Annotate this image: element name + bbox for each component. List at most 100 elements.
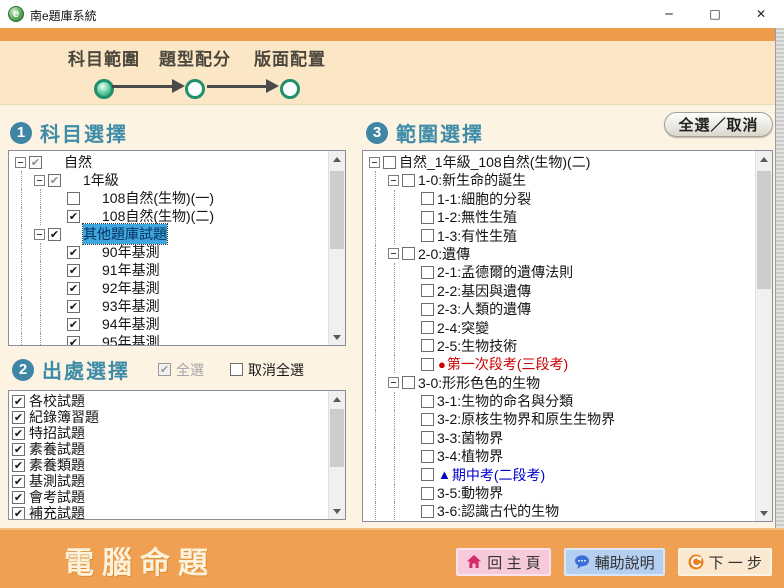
tree-item[interactable]: 2-5:生物技術 <box>363 337 755 355</box>
tree-item[interactable]: ✔108自然(生物)(二) <box>9 207 328 225</box>
tree-item[interactable]: 3-0:形形色色的生物 <box>363 374 755 392</box>
checkbox[interactable] <box>421 284 434 297</box>
scroll-down-icon[interactable] <box>329 503 345 519</box>
checkbox[interactable] <box>402 174 415 187</box>
collapse-icon[interactable] <box>34 175 45 186</box>
tree-item[interactable]: 3-2:原核生物界和原生生物界 <box>363 410 755 428</box>
tree-item[interactable]: ✔其他題庫試題 <box>9 225 328 243</box>
tree-item[interactable]: 2-0:遺傳 <box>363 245 755 263</box>
checkbox[interactable]: ✔ <box>158 363 171 376</box>
checkbox[interactable] <box>421 505 434 518</box>
checkbox[interactable]: ✔ <box>12 427 25 440</box>
checkbox[interactable] <box>421 468 434 481</box>
deselect-all-checkbox[interactable]: 取消全選 <box>230 360 304 380</box>
tree-item[interactable]: ●第一次段考(三段考) <box>363 355 755 373</box>
collapse-icon[interactable] <box>369 157 380 168</box>
tree-item[interactable]: ✔93年基測 <box>9 297 328 315</box>
checkbox[interactable]: ✔ <box>12 475 25 488</box>
checkbox[interactable] <box>421 431 434 444</box>
tree-item[interactable]: 1-2:無性生殖 <box>363 208 755 226</box>
tree-item[interactable]: ✔自然 <box>9 153 328 171</box>
checkbox[interactable] <box>421 339 434 352</box>
checkbox[interactable]: ✔ <box>67 318 80 331</box>
tree-item[interactable]: 自然_1年級_108自然(生物)(二) <box>363 153 755 171</box>
subject-scrollbar[interactable] <box>328 151 345 345</box>
checkbox[interactable]: ✔ <box>12 507 25 520</box>
collapse-icon[interactable] <box>15 157 26 168</box>
source-scrollbar[interactable] <box>328 391 345 519</box>
scroll-up-icon[interactable] <box>329 391 345 407</box>
maximize-button[interactable]: □ <box>692 0 738 28</box>
scrollbar-thumb[interactable] <box>330 171 344 249</box>
tree-item[interactable]: ✔95年基測 <box>9 333 328 345</box>
minimize-button[interactable]: ─ <box>646 0 692 28</box>
checkbox[interactable] <box>421 303 434 316</box>
checkbox[interactable] <box>402 247 415 260</box>
scroll-down-icon[interactable] <box>329 329 345 345</box>
collapse-icon[interactable] <box>34 229 45 240</box>
collapse-icon[interactable] <box>388 377 399 388</box>
checkbox[interactable]: ✔ <box>48 228 61 241</box>
scroll-down-icon[interactable] <box>756 505 772 521</box>
tree-item[interactable]: 1-3:有性生殖 <box>363 227 755 245</box>
tree-item[interactable]: 3-1:生物的命名與分類 <box>363 392 755 410</box>
tree-item[interactable]: 3-6:認識古代的生物 <box>363 502 755 520</box>
checkbox[interactable]: ✔ <box>29 156 42 169</box>
tree-item[interactable]: 3-4:植物界 <box>363 447 755 465</box>
checkbox[interactable] <box>421 266 434 279</box>
tree-item[interactable]: 1-1:細胞的分裂 <box>363 190 755 208</box>
range-scrollbar[interactable] <box>755 151 772 521</box>
collapse-icon[interactable] <box>388 248 399 259</box>
checkbox[interactable] <box>421 487 434 500</box>
checkbox[interactable] <box>421 395 434 408</box>
close-button[interactable]: ✕ <box>738 0 784 28</box>
checkbox[interactable]: ✔ <box>48 174 61 187</box>
tree-item[interactable]: ✔90年基測 <box>9 243 328 261</box>
checkbox[interactable] <box>421 211 434 224</box>
checkbox[interactable]: ✔ <box>12 395 25 408</box>
tree-item[interactable]: 3-5:動物界 <box>363 484 755 502</box>
collapse-icon[interactable] <box>388 175 399 186</box>
tree-item[interactable]: ✔1年級 <box>9 171 328 189</box>
tree-item[interactable]: 2-2:基因與遺傳 <box>363 282 755 300</box>
tree-item[interactable]: 108自然(生物)(一) <box>9 189 328 207</box>
tree-item[interactable]: 3-3:菌物界 <box>363 429 755 447</box>
tree-item[interactable]: 2-3:人類的遺傳 <box>363 300 755 318</box>
checkbox[interactable] <box>421 229 434 242</box>
next-button[interactable]: 下 一 步 <box>678 548 772 576</box>
checkbox[interactable]: ✔ <box>67 210 80 223</box>
tree-item[interactable]: ✔94年基測 <box>9 315 328 333</box>
checkbox[interactable] <box>67 192 80 205</box>
tree-item[interactable]: ▲期中考(二段考) <box>363 466 755 484</box>
checkbox[interactable] <box>421 192 434 205</box>
checkbox[interactable] <box>402 376 415 389</box>
tree-item[interactable]: 1-0:新生命的誕生 <box>363 171 755 189</box>
checkbox[interactable]: ✔ <box>67 300 80 313</box>
scroll-up-icon[interactable] <box>756 151 772 167</box>
checkbox[interactable]: ✔ <box>12 443 25 456</box>
scrollbar-thumb[interactable] <box>330 409 344 467</box>
checkbox[interactable] <box>383 156 396 169</box>
tree-item[interactable]: 2-1:孟德爾的遺傳法則 <box>363 263 755 281</box>
checkbox[interactable] <box>230 363 243 376</box>
help-button[interactable]: 輔助說明 <box>564 548 665 576</box>
home-button[interactable]: 回 主 頁 <box>456 548 550 576</box>
checkbox[interactable]: ✔ <box>67 282 80 295</box>
checkbox[interactable] <box>421 450 434 463</box>
checkbox[interactable] <box>421 321 434 334</box>
scrollbar-thumb[interactable] <box>757 171 771 289</box>
select-all-toggle-button[interactable]: 全選／取消 <box>664 112 773 137</box>
tree-item[interactable]: ✔92年基測 <box>9 279 328 297</box>
scroll-up-icon[interactable] <box>329 151 345 167</box>
list-item[interactable]: ✔補充試題 <box>9 505 328 519</box>
checkbox[interactable]: ✔ <box>67 264 80 277</box>
checkbox[interactable]: ✔ <box>67 336 80 346</box>
checkbox[interactable]: ✔ <box>12 491 25 504</box>
tree-item[interactable]: 2-4:突變 <box>363 319 755 337</box>
select-all-checkbox[interactable]: ✔ 全選 <box>158 360 204 380</box>
tree-item[interactable]: ✔91年基測 <box>9 261 328 279</box>
checkbox[interactable]: ✔ <box>12 459 25 472</box>
checkbox[interactable] <box>421 413 434 426</box>
checkbox[interactable]: ✔ <box>12 411 25 424</box>
checkbox[interactable]: ✔ <box>67 246 80 259</box>
